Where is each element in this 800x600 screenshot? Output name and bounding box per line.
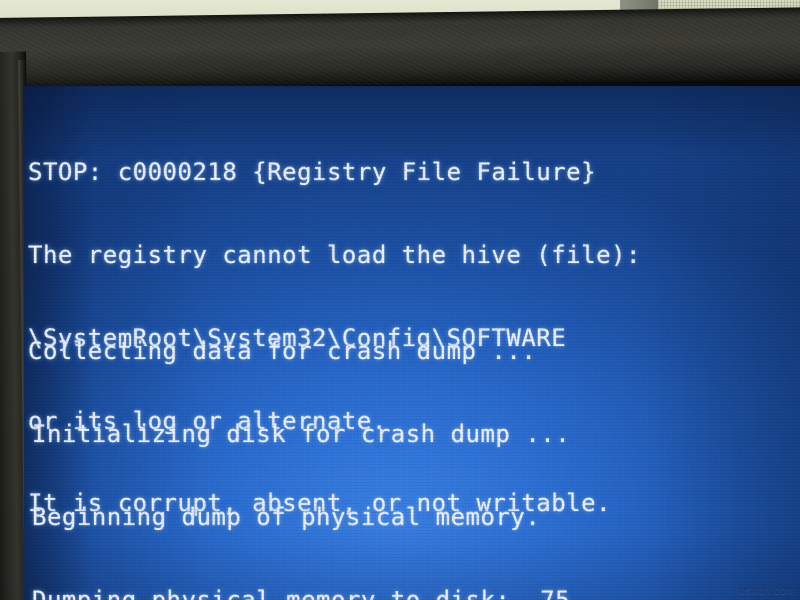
monitor-bezel-top: [0, 7, 800, 90]
watermark-text: wsxdn.com: [737, 585, 796, 597]
crt-pixel-grid: [24, 86, 800, 600]
monitor-screen: STOP: c0000218 {Registry File Failure} T…: [24, 86, 800, 600]
bezel-texture: [0, 7, 800, 90]
photo-of-monitor-bsod: STOP: c0000218 {Registry File Failure} T…: [0, 0, 800, 600]
